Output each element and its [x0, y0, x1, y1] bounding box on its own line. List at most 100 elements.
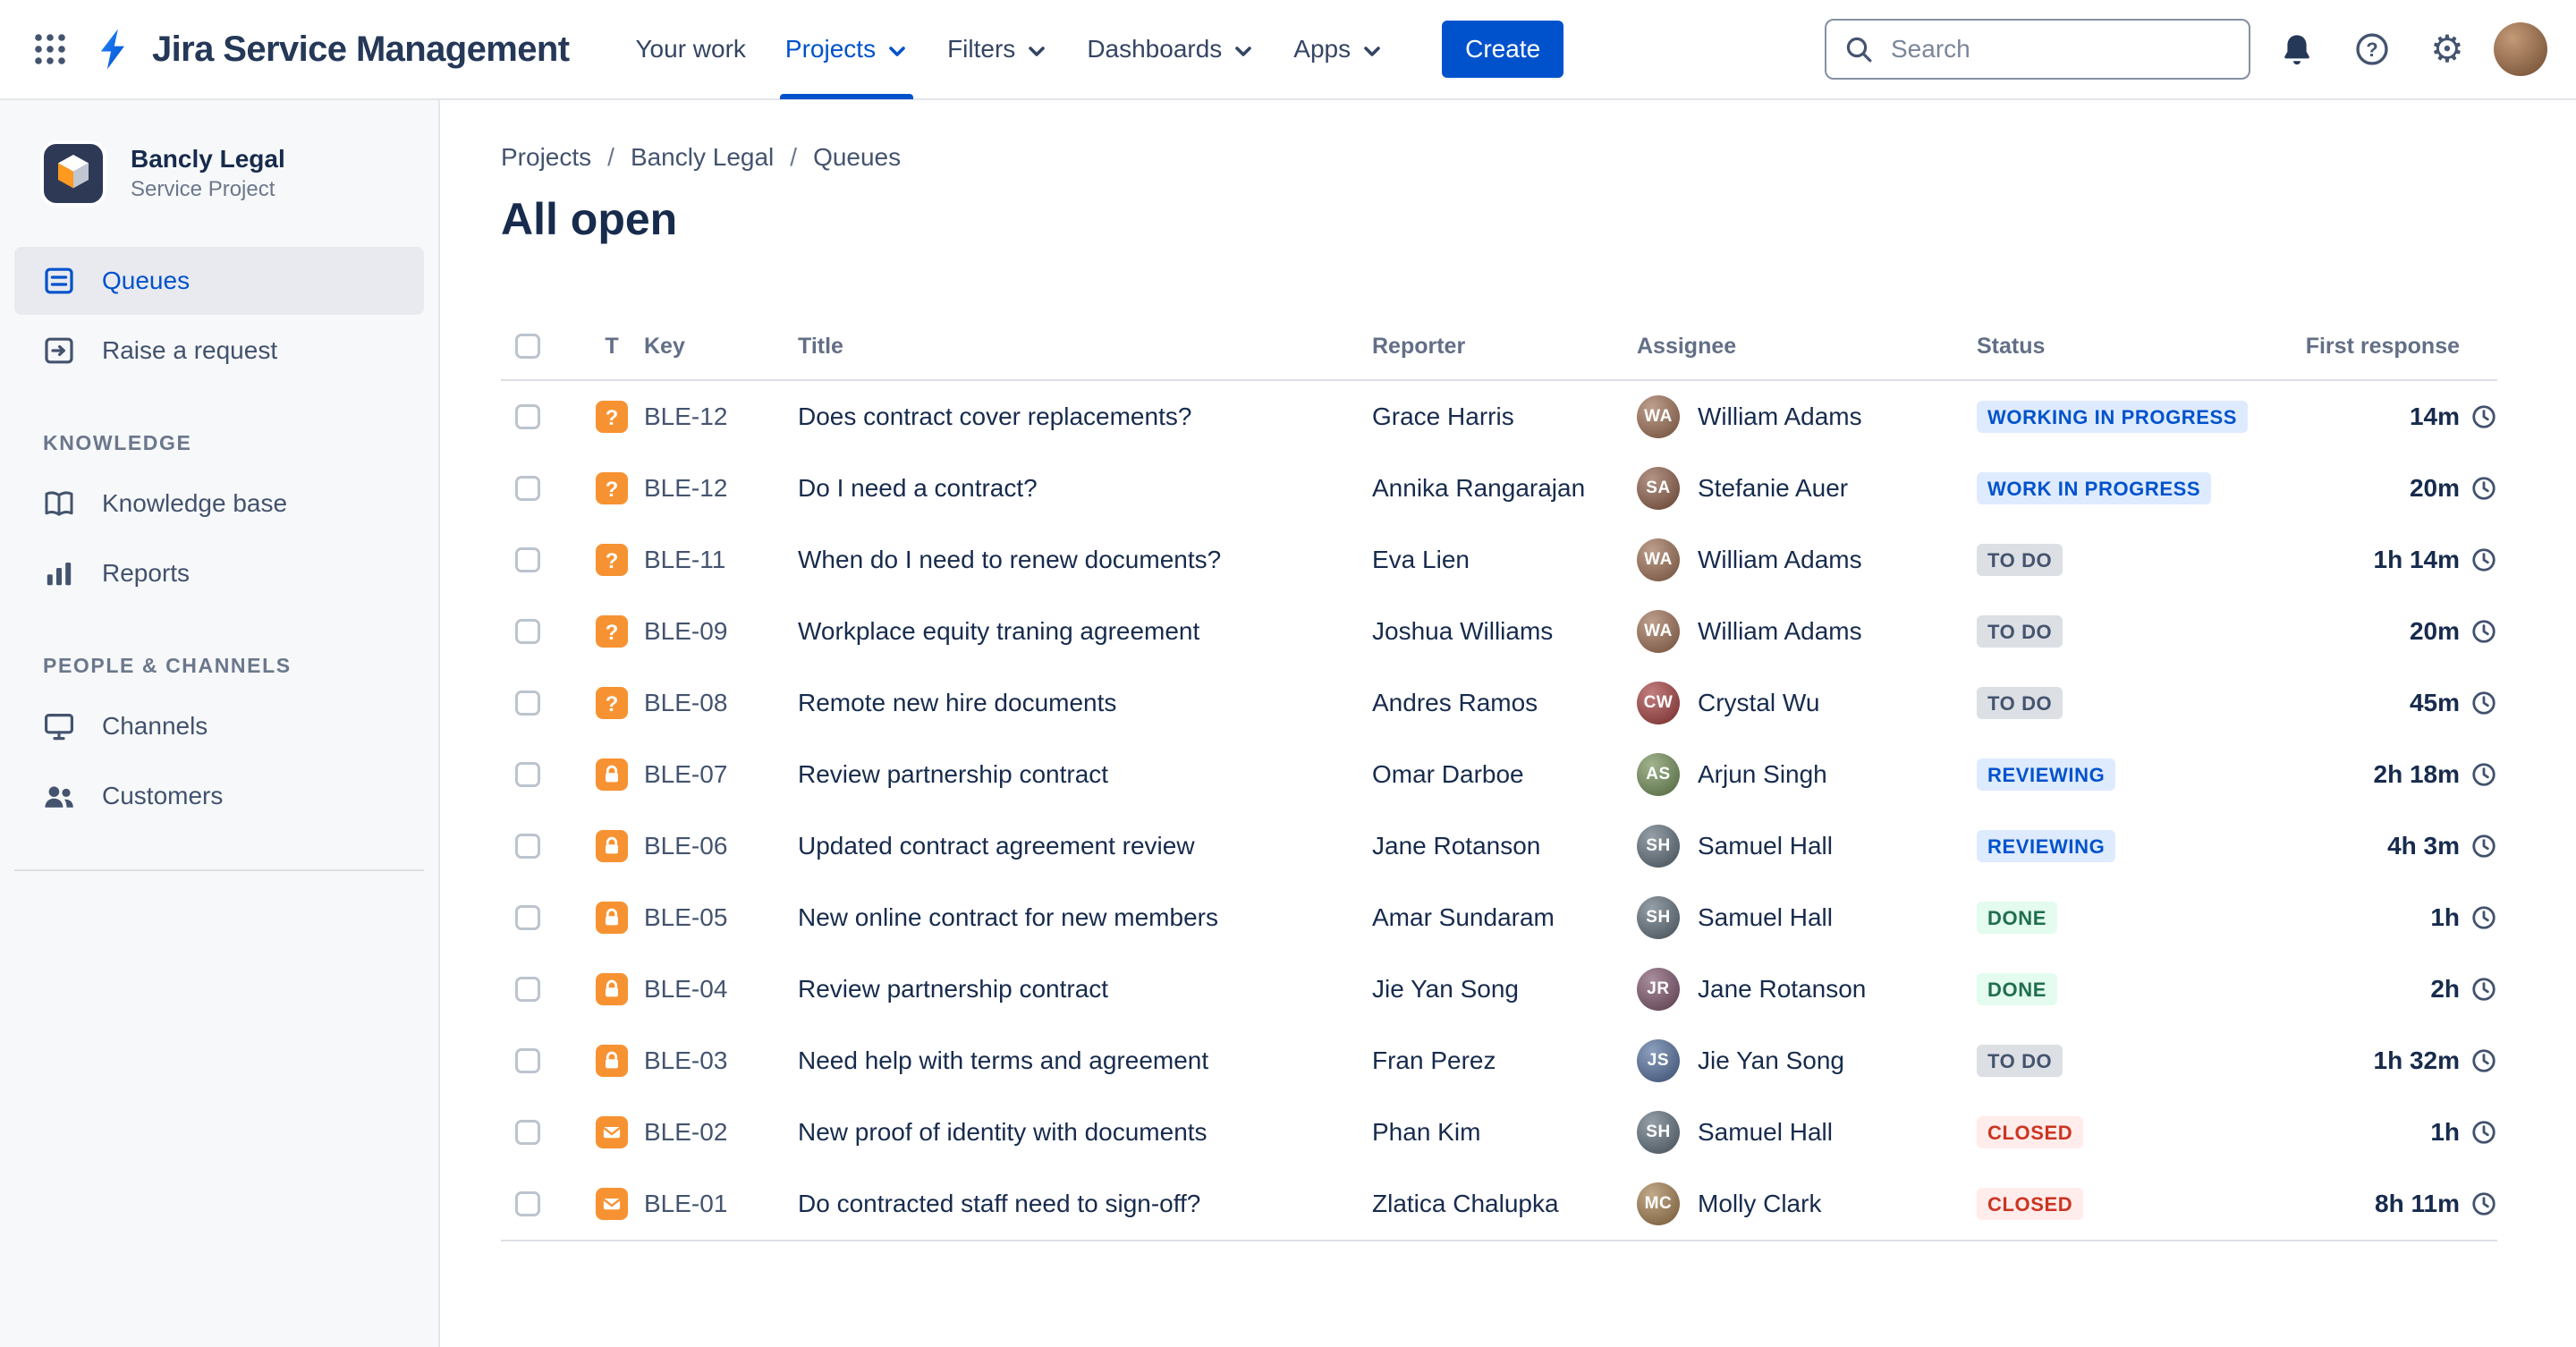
issue-title[interactable]: When do I need to renew documents? — [798, 546, 1372, 574]
select-all-checkbox[interactable] — [515, 334, 540, 359]
column-header-type[interactable]: T — [580, 334, 644, 360]
assignee-cell: WA William Adams — [1637, 538, 1977, 581]
sidebar-item-raise-request[interactable]: Raise a request — [14, 317, 424, 385]
notifications-icon[interactable] — [2268, 21, 2326, 78]
row-checkbox[interactable] — [515, 547, 540, 572]
issue-title[interactable]: Updated contract agreement review — [798, 832, 1372, 860]
issue-key[interactable]: BLE-08 — [644, 689, 798, 717]
project-sidebar: Bancly Legal Service Project Queues Rais… — [0, 100, 440, 1347]
row-checkbox[interactable] — [515, 1120, 540, 1145]
breadcrumb-projects[interactable]: Projects — [501, 143, 631, 172]
nav-apps[interactable]: Apps — [1274, 0, 1402, 99]
issue-key[interactable]: BLE-12 — [644, 474, 798, 503]
svg-text:?: ? — [2366, 38, 2377, 61]
breadcrumb-project[interactable]: Bancly Legal — [631, 143, 813, 172]
row-checkbox[interactable] — [515, 905, 540, 930]
project-type: Service Project — [131, 177, 275, 201]
nav-your-work[interactable]: Your work — [615, 0, 765, 99]
search-box[interactable] — [1825, 19, 2250, 80]
assignee-avatar: AS — [1637, 753, 1680, 796]
search-input[interactable] — [1887, 33, 2231, 65]
issue-key[interactable]: BLE-09 — [644, 617, 798, 646]
row-checkbox[interactable] — [515, 404, 540, 429]
status-badge: DONE — [1977, 973, 2057, 1005]
first-response-time: 14m — [2409, 402, 2460, 430]
nav-filters[interactable]: Filters — [928, 0, 1067, 99]
issue-key[interactable]: BLE-11 — [644, 546, 798, 574]
assignee-name: Jane Rotanson — [1698, 975, 1867, 1003]
sidebar-item-channels[interactable]: Channels — [14, 692, 424, 760]
column-header-status[interactable]: Status — [1977, 334, 2283, 360]
row-checkbox[interactable] — [515, 1048, 540, 1073]
channels-icon — [44, 713, 73, 741]
settings-gear-icon[interactable]: ⚙ — [2419, 21, 2476, 78]
clock-icon — [2472, 477, 2496, 500]
reporter-name: Annika Rangarajan — [1372, 474, 1586, 502]
table-row: BLE-04 Review partnership contract Jie Y… — [501, 953, 2497, 1025]
row-checkbox[interactable] — [515, 977, 540, 1002]
issue-title[interactable]: Need help with terms and agreement — [798, 1046, 1372, 1075]
issue-key[interactable]: BLE-04 — [644, 975, 798, 1004]
issue-title[interactable]: Review partnership contract — [798, 975, 1372, 1004]
search-icon — [1846, 37, 1872, 63]
column-header-reporter[interactable]: Reporter — [1372, 334, 1637, 360]
first-response-time: 1h — [2430, 903, 2460, 931]
issue-key[interactable]: BLE-07 — [644, 760, 798, 789]
chevron-down-icon — [1233, 40, 1254, 62]
nav-dashboards[interactable]: Dashboards — [1067, 0, 1274, 99]
breadcrumb-queues[interactable]: Queues — [813, 143, 901, 172]
column-header-first-response[interactable]: First response — [2283, 334, 2497, 360]
issue-key[interactable]: BLE-02 — [644, 1118, 798, 1147]
sidebar-divider — [14, 869, 424, 871]
issue-title[interactable]: Workplace equity traning agreement — [798, 617, 1372, 646]
clock-icon — [2472, 978, 2496, 1001]
issue-title[interactable]: Remote new hire documents — [798, 689, 1372, 717]
create-button[interactable]: Create — [1442, 21, 1564, 78]
assignee-cell: JR Jane Rotanson — [1637, 968, 1977, 1011]
column-header-assignee[interactable]: Assignee — [1637, 334, 1977, 360]
request-type-icon — [596, 1116, 628, 1148]
sidebar-nav: Queues Raise a request KNOWLEDGE Knowled… — [0, 247, 438, 871]
issue-key[interactable]: BLE-03 — [644, 1046, 798, 1075]
row-checkbox[interactable] — [515, 1191, 540, 1216]
issue-key[interactable]: BLE-06 — [644, 832, 798, 860]
question-glyph — [606, 689, 619, 717]
row-checkbox[interactable] — [515, 690, 540, 716]
sidebar-item-reports[interactable]: Reports — [14, 539, 424, 607]
issue-key[interactable]: BLE-12 — [644, 402, 798, 431]
queue-table: T Key Title Reporter Assignee Status Fir… — [501, 313, 2497, 1241]
lock-glyph — [606, 765, 618, 783]
app-switcher-icon[interactable] — [21, 21, 79, 78]
column-header-title[interactable]: Title — [798, 334, 1372, 360]
app-logo[interactable]: Jira Service Management — [93, 27, 570, 72]
issue-key[interactable]: BLE-01 — [644, 1190, 798, 1218]
row-checkbox[interactable] — [515, 476, 540, 501]
nav-projects[interactable]: Projects — [766, 0, 928, 99]
user-avatar[interactable] — [2494, 22, 2547, 76]
sidebar-item-queues[interactable]: Queues — [14, 247, 424, 315]
sidebar-item-customers[interactable]: Customers — [14, 762, 424, 830]
row-checkbox[interactable] — [515, 619, 540, 644]
assignee-name: William Adams — [1698, 546, 1862, 573]
chevron-down-icon — [1361, 40, 1383, 62]
issue-title[interactable]: New online contract for new members — [798, 903, 1372, 932]
first-response-cell: 1h — [2283, 1118, 2497, 1147]
help-icon[interactable]: ? — [2343, 21, 2401, 78]
table-row: BLE-11 When do I need to renew documents… — [501, 524, 2497, 596]
issue-title[interactable]: Do I need a contract? — [798, 474, 1372, 503]
issue-title[interactable]: New proof of identity with documents — [798, 1118, 1372, 1147]
issue-title[interactable]: Does contract cover replacements? — [798, 402, 1372, 431]
table-row: BLE-06 Updated contract agreement review… — [501, 810, 2497, 882]
primary-nav: Your work Projects Filters Dashboards Ap… — [615, 0, 1402, 99]
sidebar-item-knowledge-base[interactable]: Knowledge base — [14, 470, 424, 538]
row-checkbox[interactable] — [515, 834, 540, 859]
reporter-name: Jie Yan Song — [1372, 975, 1519, 1003]
issue-title[interactable]: Do contracted staff need to sign-off? — [798, 1190, 1372, 1218]
issue-title[interactable]: Review partnership contract — [798, 760, 1372, 789]
row-checkbox[interactable] — [515, 762, 540, 787]
column-header-key[interactable]: Key — [644, 334, 798, 360]
issue-key[interactable]: BLE-05 — [644, 903, 798, 932]
assignee-cell: SH Samuel Hall — [1637, 896, 1977, 939]
project-header[interactable]: Bancly Legal Service Project — [0, 100, 438, 233]
clock-icon — [2472, 1049, 2496, 1072]
